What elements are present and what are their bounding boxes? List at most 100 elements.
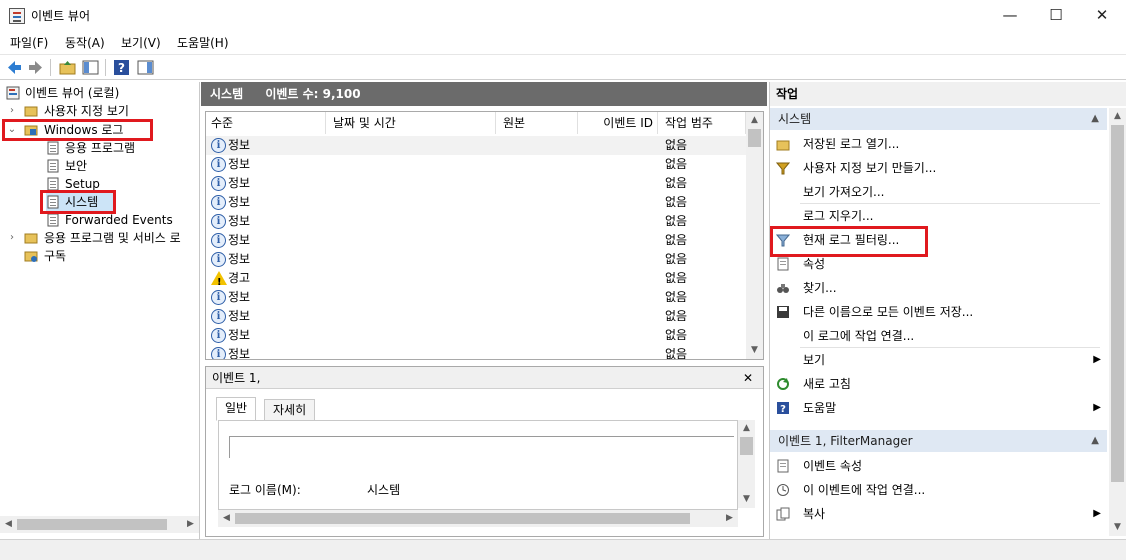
- table-row[interactable]: i 정보 없음: [206, 155, 746, 174]
- chevron-right-icon[interactable]: ›: [6, 102, 18, 120]
- action-item[interactable]: 다른 이름으로 모든 이벤트 저장...: [770, 300, 1107, 324]
- scroll-right-icon[interactable]: ▶: [182, 516, 199, 533]
- table-row[interactable]: i 정보 없음: [206, 174, 746, 193]
- action-item[interactable]: 찾기...: [770, 276, 1107, 300]
- save-icon: [777, 306, 789, 318]
- action-label: 로그 지우기...: [803, 209, 874, 223]
- menu-file[interactable]: 파일(F): [10, 34, 48, 51]
- folder-icon: [24, 106, 38, 117]
- actions-section-event[interactable]: 이벤트 1, FilterManager ▲: [770, 430, 1107, 452]
- log-icon: [47, 141, 59, 155]
- table-row[interactable]: i 정보 없음: [206, 136, 746, 155]
- column-header-source[interactable]: 원본: [498, 112, 578, 134]
- close-button[interactable]: ✕: [1079, 0, 1125, 31]
- forward-arrow-icon[interactable]: [27, 59, 44, 76]
- detail-horizontal-scrollbar[interactable]: ◀ ▶: [218, 510, 738, 527]
- table-row[interactable]: i 정보 없음: [206, 212, 746, 231]
- scroll-down-icon[interactable]: ▼: [738, 491, 755, 508]
- column-header-level[interactable]: 수준: [206, 112, 326, 134]
- scroll-down-icon[interactable]: ▼: [746, 342, 763, 359]
- action-label: 새로 고침: [803, 377, 851, 391]
- action-item[interactable]: 사용자 지정 보기 만들기...: [770, 156, 1107, 180]
- action-item[interactable]: 이벤트 속성: [770, 454, 1107, 478]
- event-list-scrollbar[interactable]: ▲ ▼: [746, 112, 763, 359]
- level-cell: 정보: [228, 176, 251, 190]
- event-description-box[interactable]: [229, 436, 734, 458]
- event-detail-body: 로그 이름(M): 시스템: [218, 420, 738, 510]
- action-item[interactable]: 로그 지우기...: [770, 204, 1107, 228]
- scroll-thumb[interactable]: [17, 519, 167, 530]
- tree-item-apps-services[interactable]: › 응용 프로그램 및 서비스 로: [6, 229, 198, 247]
- help-icon[interactable]: ?: [113, 59, 130, 76]
- info-icon: i: [211, 328, 226, 343]
- level-cell: 정보: [228, 233, 251, 247]
- action-item[interactable]: 이 이벤트에 작업 연결...: [770, 478, 1107, 502]
- scroll-thumb[interactable]: [235, 513, 690, 524]
- tab-general[interactable]: 일반: [216, 397, 257, 421]
- column-header-task-category[interactable]: 작업 범주: [660, 112, 746, 134]
- scroll-thumb[interactable]: [1111, 125, 1124, 482]
- window-title: 이벤트 뷰어: [31, 9, 91, 23]
- table-row[interactable]: 경고 없음: [206, 269, 746, 292]
- scroll-left-icon[interactable]: ◀: [218, 510, 235, 527]
- collapse-icon[interactable]: ▲: [1091, 430, 1099, 452]
- table-row[interactable]: i 정보 없음: [206, 231, 746, 250]
- action-item[interactable]: 보기 ▶: [770, 348, 1107, 372]
- event-list: 수준 날짜 및 시간 원본 이벤트 ID 작업 범주 i 정보 없음 i 정보 없음 i 정보…: [205, 111, 764, 360]
- tree-horizontal-scrollbar[interactable]: ◀ ▶: [0, 516, 199, 533]
- actions-pane: 작업 시스템 ▲ 저장된 로그 열기... 사용자 지정 보기 만들기... 보기 …: [769, 82, 1126, 539]
- scroll-up-icon[interactable]: ▲: [1109, 108, 1126, 125]
- scroll-thumb[interactable]: [748, 129, 761, 147]
- level-cell: 정보: [228, 290, 251, 304]
- table-row[interactable]: i 정보 없음: [206, 250, 746, 269]
- column-header-event-id[interactable]: 이벤트 ID: [580, 112, 658, 134]
- table-row[interactable]: i 정보 없음: [206, 193, 746, 212]
- table-row[interactable]: i 정보 없음: [206, 326, 746, 345]
- maximize-button[interactable]: ☐: [1033, 0, 1079, 31]
- action-item[interactable]: 저장된 로그 열기...: [770, 132, 1107, 156]
- tree-item-label: 보안: [65, 159, 88, 173]
- event-properties-icon: [777, 459, 789, 473]
- action-item[interactable]: 새로 고침: [770, 372, 1107, 396]
- level-cell: 정보: [228, 195, 251, 209]
- tree-item-label: 사용자 지정 보기: [44, 104, 129, 118]
- action-label: 도움말: [803, 401, 837, 415]
- show-action-pane-icon[interactable]: [137, 59, 154, 76]
- detail-vertical-scrollbar[interactable]: ▲ ▼: [738, 420, 755, 508]
- actions-section-system[interactable]: 시스템 ▲: [770, 108, 1107, 130]
- menu-help[interactable]: 도움말(H): [177, 34, 229, 51]
- tab-details[interactable]: 자세히: [264, 399, 316, 421]
- collapse-icon[interactable]: ▲: [1091, 108, 1099, 130]
- back-arrow-icon[interactable]: [6, 59, 23, 76]
- scroll-up-icon[interactable]: ▲: [746, 112, 763, 129]
- actions-title: 작업: [770, 82, 1126, 106]
- table-row[interactable]: i 정보 없음: [206, 345, 746, 359]
- scroll-up-icon[interactable]: ▲: [738, 420, 755, 437]
- scroll-thumb[interactable]: [740, 437, 753, 455]
- column-header-datetime[interactable]: 날짜 및 시간: [328, 112, 496, 134]
- task-category-cell: 없음: [665, 290, 688, 304]
- scroll-down-icon[interactable]: ▼: [1109, 519, 1126, 536]
- scroll-left-icon[interactable]: ◀: [0, 516, 17, 533]
- menu-action[interactable]: 동작(A): [65, 34, 105, 51]
- actions-vertical-scrollbar[interactable]: ▲ ▼: [1109, 108, 1126, 536]
- menu-view[interactable]: 보기(V): [121, 34, 161, 51]
- up-folder-icon[interactable]: [59, 59, 76, 76]
- level-cell: 정보: [228, 214, 251, 228]
- log-header: 시스템 이벤트 수: 9,100: [201, 82, 767, 106]
- minimize-button[interactable]: —: [987, 0, 1033, 31]
- action-item[interactable]: 이 로그에 작업 연결...: [770, 324, 1107, 348]
- submenu-arrow-icon: ▶: [1093, 508, 1101, 519]
- close-icon[interactable]: ✕: [743, 367, 753, 389]
- chevron-right-icon[interactable]: ›: [6, 229, 18, 247]
- table-row[interactable]: i 정보 없음: [206, 307, 746, 326]
- scroll-right-icon[interactable]: ▶: [721, 510, 738, 527]
- show-hide-tree-icon[interactable]: [82, 59, 99, 76]
- log-icon: [47, 213, 59, 227]
- action-item[interactable]: 복사 ▶: [770, 502, 1107, 526]
- action-item[interactable]: ? 도움말 ▶: [770, 396, 1107, 420]
- action-item[interactable]: 보기 가져오기...: [770, 180, 1107, 204]
- task-category-cell: 없음: [665, 233, 688, 247]
- level-cell: 정보: [228, 138, 251, 152]
- table-row[interactable]: i 정보 없음: [206, 288, 746, 307]
